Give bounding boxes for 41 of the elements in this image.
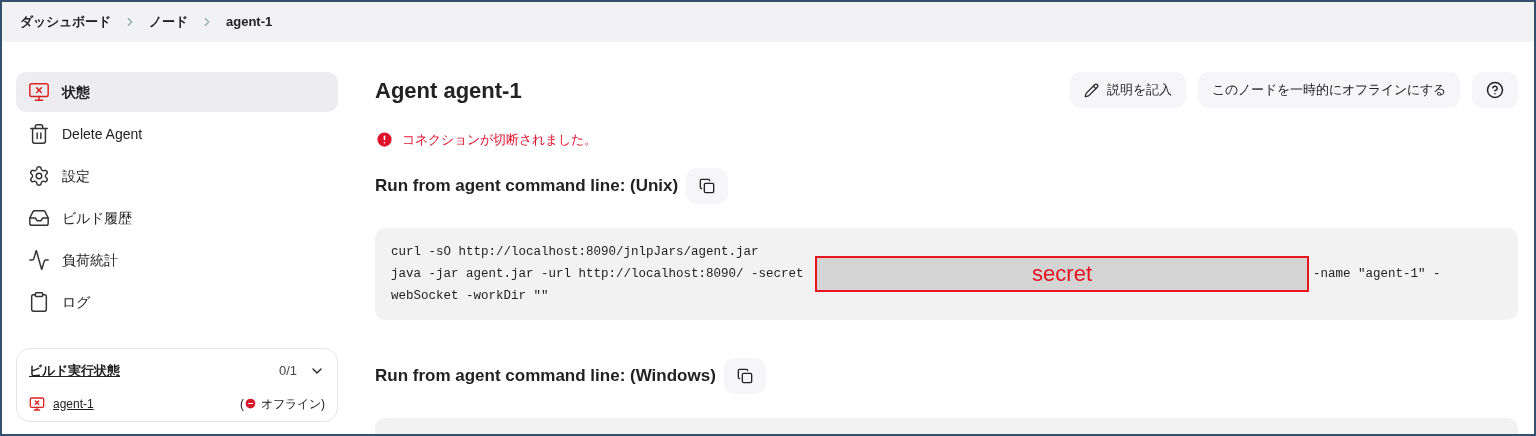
sidebar-item[interactable]: ログ <box>16 282 338 322</box>
section-heading: Run from agent command line: (Windows) <box>375 364 716 387</box>
breadcrumb-link[interactable]: agent-1 <box>226 12 273 32</box>
monitor-x-icon <box>28 81 50 103</box>
edit-description-button[interactable]: 説明を記入 <box>1070 72 1186 108</box>
executor-title-link[interactable]: ビルド実行状態 <box>29 361 120 381</box>
sidebar-item[interactable]: ビルド履歴 <box>16 198 338 238</box>
agent-link[interactable]: agent-1 <box>53 394 94 413</box>
help-button[interactable] <box>1472 72 1518 108</box>
clipboard-icon <box>28 291 50 313</box>
error-message: コネクションが切断されました。 <box>402 131 597 149</box>
code-line: curl -sO http://localhost:8090/jnlpJars/agent.jar <box>391 243 759 261</box>
settings-icon <box>28 165 50 187</box>
redaction-box: secret <box>815 255 1310 292</box>
status-paren: ( <box>240 395 244 413</box>
help-icon <box>1486 81 1504 99</box>
code-line: -name "agent-1" - <box>1313 265 1441 283</box>
no-entry-icon <box>244 397 257 410</box>
executor-count: 0/1 <box>278 362 297 380</box>
inbox-icon <box>28 207 50 229</box>
sidebar-item[interactable]: 負荷統計 <box>16 240 338 280</box>
code-line: java -jar agent.jar -url http://localhost:8090/ -secret <box>391 265 805 283</box>
breadcrumb-link[interactable]: ダッシュボード <box>20 12 111 32</box>
take-offline-button[interactable]: このノードを一時的にオフラインにする <box>1198 72 1460 108</box>
sidebar-item[interactable]: 設定 <box>16 156 338 196</box>
monitor-x-icon <box>29 395 45 412</box>
error-icon <box>375 130 394 150</box>
sidebar-item[interactable]: Delete Agent <box>16 114 338 154</box>
trash-icon <box>28 123 50 145</box>
sidebar-item[interactable]: 状態 <box>16 72 338 112</box>
breadcrumb-link[interactable]: ノード <box>149 12 188 32</box>
offline-status: オフライン) <box>261 395 325 413</box>
copy-button[interactable] <box>686 167 729 204</box>
page-title: Agent agent-1 <box>375 76 522 105</box>
section-heading: Run from agent command line: (Unix) <box>375 174 679 197</box>
copy-icon <box>699 177 716 194</box>
code-line: webSocket -workDir "" <box>391 287 549 305</box>
line-chart-icon <box>28 249 50 271</box>
copy-button[interactable] <box>723 357 766 394</box>
copy-icon <box>736 367 753 384</box>
pencil-icon <box>1084 82 1099 98</box>
